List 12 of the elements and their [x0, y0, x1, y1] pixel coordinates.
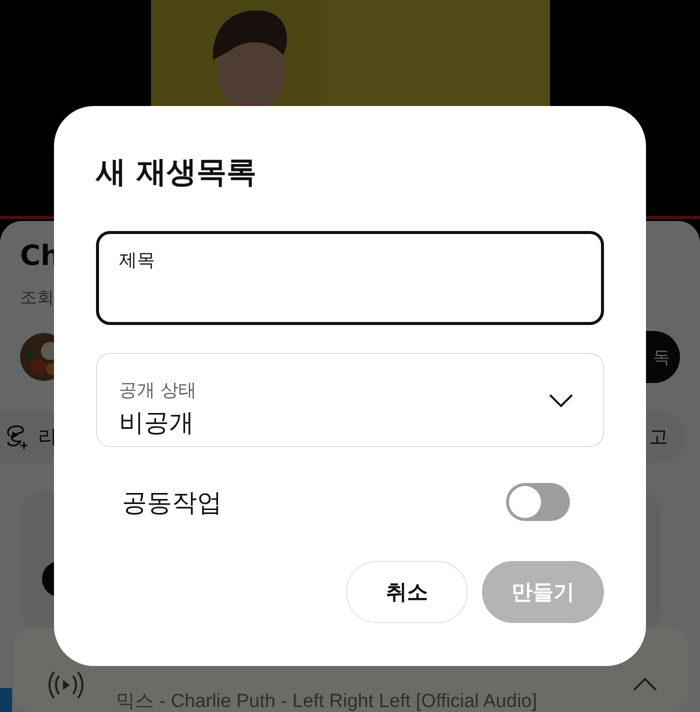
dialog-title: 새 재생목록 [96, 154, 256, 192]
collaborate-toggle[interactable] [506, 483, 570, 521]
chevron-up-icon[interactable] [632, 676, 658, 692]
toggle-label: 공동작업 [122, 486, 222, 518]
track-subtitle: 믹스 - Charlie Puth - Left Right Left [Official Audio] [116, 690, 538, 712]
chevron-down-icon [549, 394, 573, 408]
cancel-button[interactable]: 취소 [346, 561, 468, 623]
visibility-dropdown[interactable]: 공개 상태 비공개 [96, 353, 604, 447]
remix-icon [4, 424, 30, 450]
card-edge [0, 688, 12, 712]
title-field[interactable]: 제목 [96, 231, 604, 325]
view-count: 조회 [20, 287, 54, 309]
